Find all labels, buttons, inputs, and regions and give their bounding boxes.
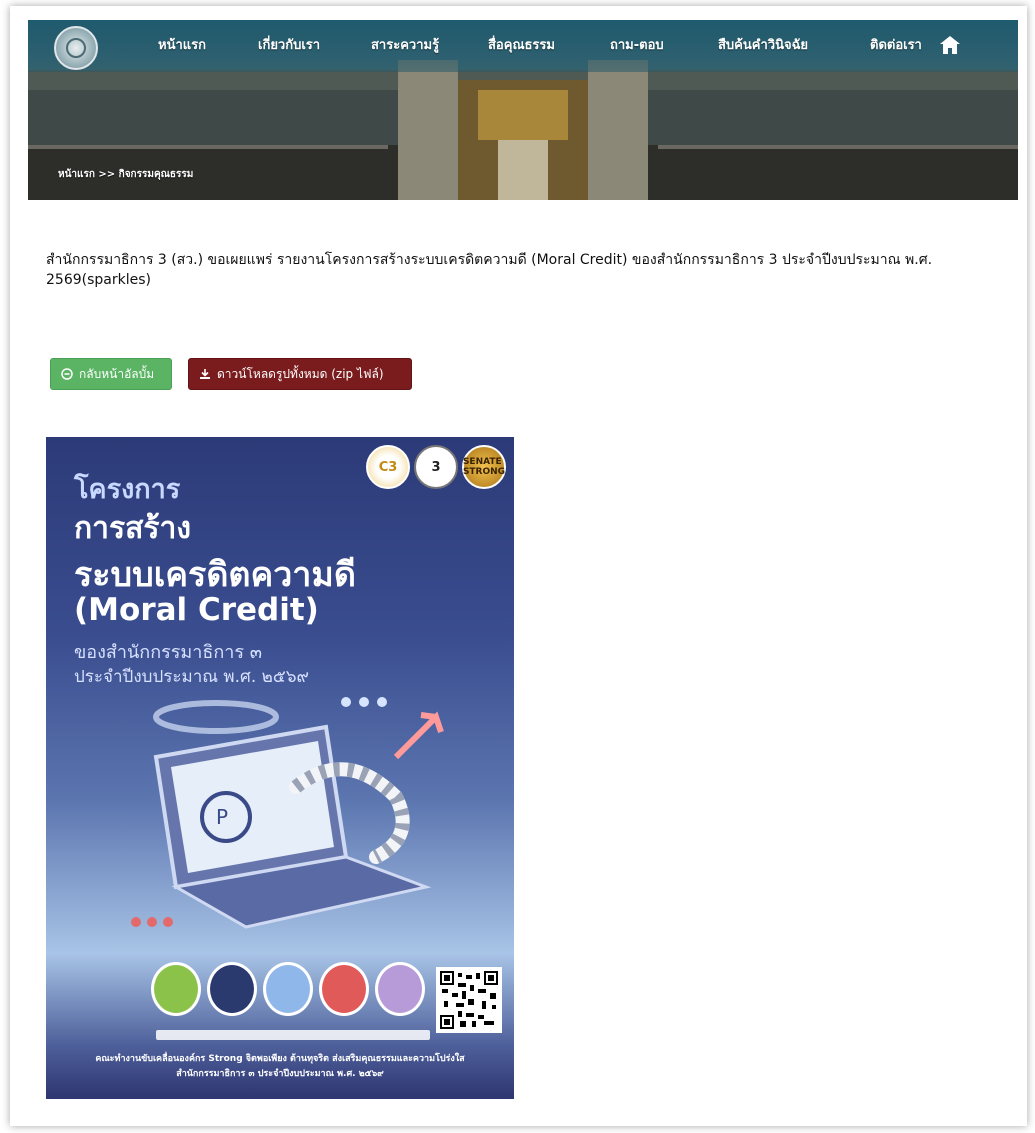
home-icon[interactable] bbox=[939, 34, 961, 56]
download-button-label: ดาวน์โหลดรูปทั้งหมด (zip ไฟล์) bbox=[217, 366, 384, 381]
poster-footer-line1: คณะทำงานขับเคลื่อนองค์กร Strong จิตพอเพี… bbox=[95, 1054, 465, 1064]
svg-text:P: P bbox=[216, 805, 228, 829]
blue-mascot-icon bbox=[263, 962, 313, 1016]
page-title: สำนักกรรมาธิการ 3 (สว.) ขอเผยแพร่ รายงาน… bbox=[46, 252, 933, 288]
poster-line-moral-credit: (Moral Credit) bbox=[74, 592, 319, 628]
breadcrumb[interactable]: หน้าแรก >> กิจกรรมคุณธรรม bbox=[58, 167, 193, 182]
back-to-album-button[interactable]: กลับหน้าอัลบั้ม bbox=[50, 358, 172, 390]
emblem-logo[interactable] bbox=[54, 26, 98, 70]
poster-line-project: โครงการ bbox=[74, 474, 181, 505]
c3-badge-icon: C3 bbox=[366, 445, 410, 489]
mascot-names-strip bbox=[156, 1030, 430, 1040]
qr-code-icon bbox=[436, 967, 502, 1033]
mascot-group bbox=[151, 952, 441, 1022]
poster-footer-line2: สำนักกรรมาธิการ ๓ ประจำปีงบประมาณ พ.ศ. ๒… bbox=[176, 1069, 384, 1079]
back-button-label: กลับหน้าอัลบั้ม bbox=[79, 366, 155, 381]
laptop-illustration: P bbox=[131, 697, 444, 929]
download-icon bbox=[200, 369, 210, 379]
senate-strong-badge-icon: SENATE STRONG bbox=[462, 445, 506, 489]
committee-3-badge-icon: 3 bbox=[414, 445, 458, 489]
download-all-button[interactable]: ดาวน์โหลดรูปทั้งหมด (zip ไฟล์) bbox=[188, 358, 412, 390]
nav-knowledge[interactable]: สาระความรู้ bbox=[371, 34, 439, 55]
poster-line-office: ของสำนักกรรมาธิการ ๓ bbox=[74, 642, 263, 663]
poster-line-fiscal-year: ประจำปีงบประมาณ พ.ศ. ๒๕๖๙ bbox=[74, 667, 309, 687]
nav-faq[interactable]: ถาม-ตอบ bbox=[610, 34, 664, 55]
album-photo[interactable]: C3 3 SENATE STRONG โครงการ การสร้าง ระบบ… bbox=[46, 437, 514, 1099]
back-circle-icon bbox=[61, 368, 73, 380]
nav-search-rulings[interactable]: สืบค้นคำวินิจฉัย bbox=[718, 34, 808, 55]
nav-home[interactable]: หน้าแรก bbox=[158, 34, 206, 55]
header-banner: หน้าแรก เกี่ยวกับเรา สาระความรู้ สื่อคุณ… bbox=[28, 20, 1018, 200]
poster-footer: คณะทำงานขับเคลื่อนองค์กร Strong จิตพอเพี… bbox=[46, 1052, 514, 1082]
poster-line-creation: การสร้าง bbox=[74, 511, 192, 546]
nav-contact[interactable]: ติดต่อเรา bbox=[870, 34, 922, 55]
nav-media[interactable]: สื่อคุณธรรม bbox=[488, 34, 555, 55]
red-mascot-icon bbox=[319, 962, 369, 1016]
police-mascot-icon bbox=[207, 962, 257, 1016]
green-mascot-icon bbox=[151, 962, 201, 1016]
nav-about[interactable]: เกี่ยวกับเรา bbox=[258, 34, 320, 55]
purple-mascot-icon bbox=[375, 962, 425, 1016]
